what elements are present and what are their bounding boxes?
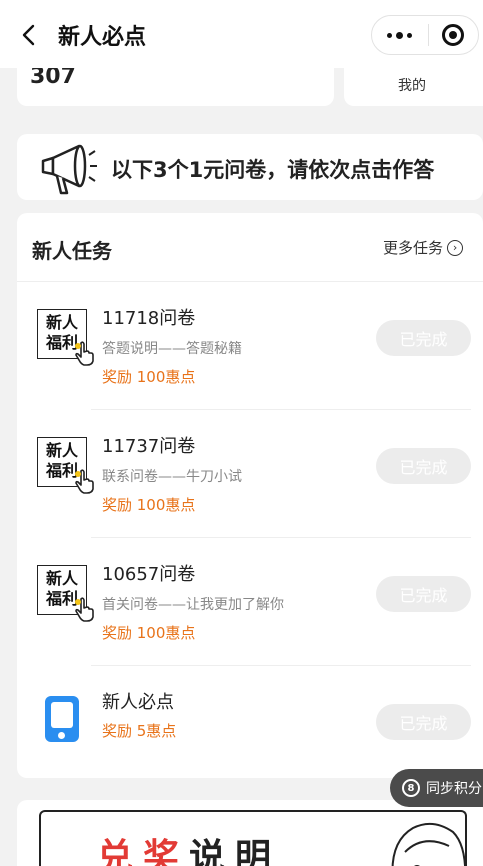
sync-label: 同步积分: [426, 781, 482, 797]
task-name: 新人必点: [102, 692, 174, 713]
banner-title: 兑奖说明: [97, 828, 281, 866]
page-title: 新人必点: [58, 25, 147, 50]
badge-line1: 新人: [46, 569, 79, 588]
completed-button[interactable]: 已完成: [376, 576, 471, 612]
hand-pointer-icon: [75, 341, 94, 366]
new-user-welfare-badge: 新人 福利: [37, 309, 94, 366]
banner-title-red: 兑奖: [97, 837, 190, 866]
task-description: 首关问卷——让我更加了解你: [102, 597, 284, 613]
back-arrow-icon[interactable]: [20, 24, 38, 46]
task-item[interactable]: 新人 福利 11737问卷 联系问卷——牛刀小试 奖励 100惠点 已完成: [17, 410, 483, 538]
task-reward: 奖励 100惠点: [102, 624, 196, 642]
completed-button[interactable]: 已完成: [376, 448, 471, 484]
completed-button[interactable]: 已完成: [376, 704, 471, 740]
completed-button[interactable]: 已完成: [376, 320, 471, 356]
nav-bar: 新人必点: [0, 0, 483, 68]
badge-line1: 新人: [46, 313, 79, 332]
task-description: 答题说明——答题秘籍: [102, 341, 242, 357]
new-user-welfare-badge: 新人 福利: [37, 437, 94, 494]
mine-label: 我的: [398, 78, 426, 94]
tasks-title: 新人任务: [32, 239, 112, 263]
megaphone-icon: [41, 144, 97, 195]
task-name: 10657问卷: [102, 564, 196, 585]
task-reward: 奖励 100惠点: [102, 496, 196, 514]
hand-pointer-icon: [75, 469, 94, 494]
new-user-tasks-card: 新人任务 更多任务 › 新人 福利 11718问卷 答题说明——答题秘籍 奖励 …: [17, 213, 483, 778]
redeem-info-card[interactable]: 兑奖说明: [17, 800, 483, 866]
hand-pointer-icon: [75, 597, 94, 622]
sync-points-button[interactable]: 8 同步积分: [390, 769, 483, 807]
mini-program-capsule: [371, 15, 479, 55]
notice-banner: 以下3个1元问卷，请依次点击作答: [17, 134, 483, 200]
notice-text: 以下3个1元问卷，请依次点击作答: [111, 158, 435, 182]
badge-line1: 新人: [46, 441, 79, 460]
close-target-icon[interactable]: [429, 24, 478, 46]
chevron-right-circle-icon: ›: [447, 239, 464, 256]
task-name: 11718问卷: [102, 308, 196, 329]
more-options-icon[interactable]: [372, 31, 428, 39]
task-reward: 奖励 100惠点: [102, 368, 196, 386]
banner-title-dark: 说明: [189, 837, 282, 866]
task-reward: 奖励 5惠点: [102, 722, 177, 740]
task-description: 联系问卷——牛刀小试: [102, 469, 242, 485]
task-item[interactable]: 新人 福利 10657问卷 首关问卷——让我更加了解你 奖励 100惠点 已完成: [17, 538, 483, 666]
task-name: 11737问卷: [102, 436, 196, 457]
phone-icon: [45, 696, 79, 742]
more-tasks-link[interactable]: 更多任务 ›: [383, 237, 464, 258]
new-user-welfare-badge: 新人 福利: [37, 565, 94, 622]
cartoon-face-icon: [391, 822, 467, 866]
more-tasks-label: 更多任务: [383, 239, 444, 257]
task-item[interactable]: 新人 福利 11718问卷 答题说明——答题秘籍 奖励 100惠点 已完成: [17, 282, 483, 410]
sync-icon: 8: [402, 779, 420, 797]
